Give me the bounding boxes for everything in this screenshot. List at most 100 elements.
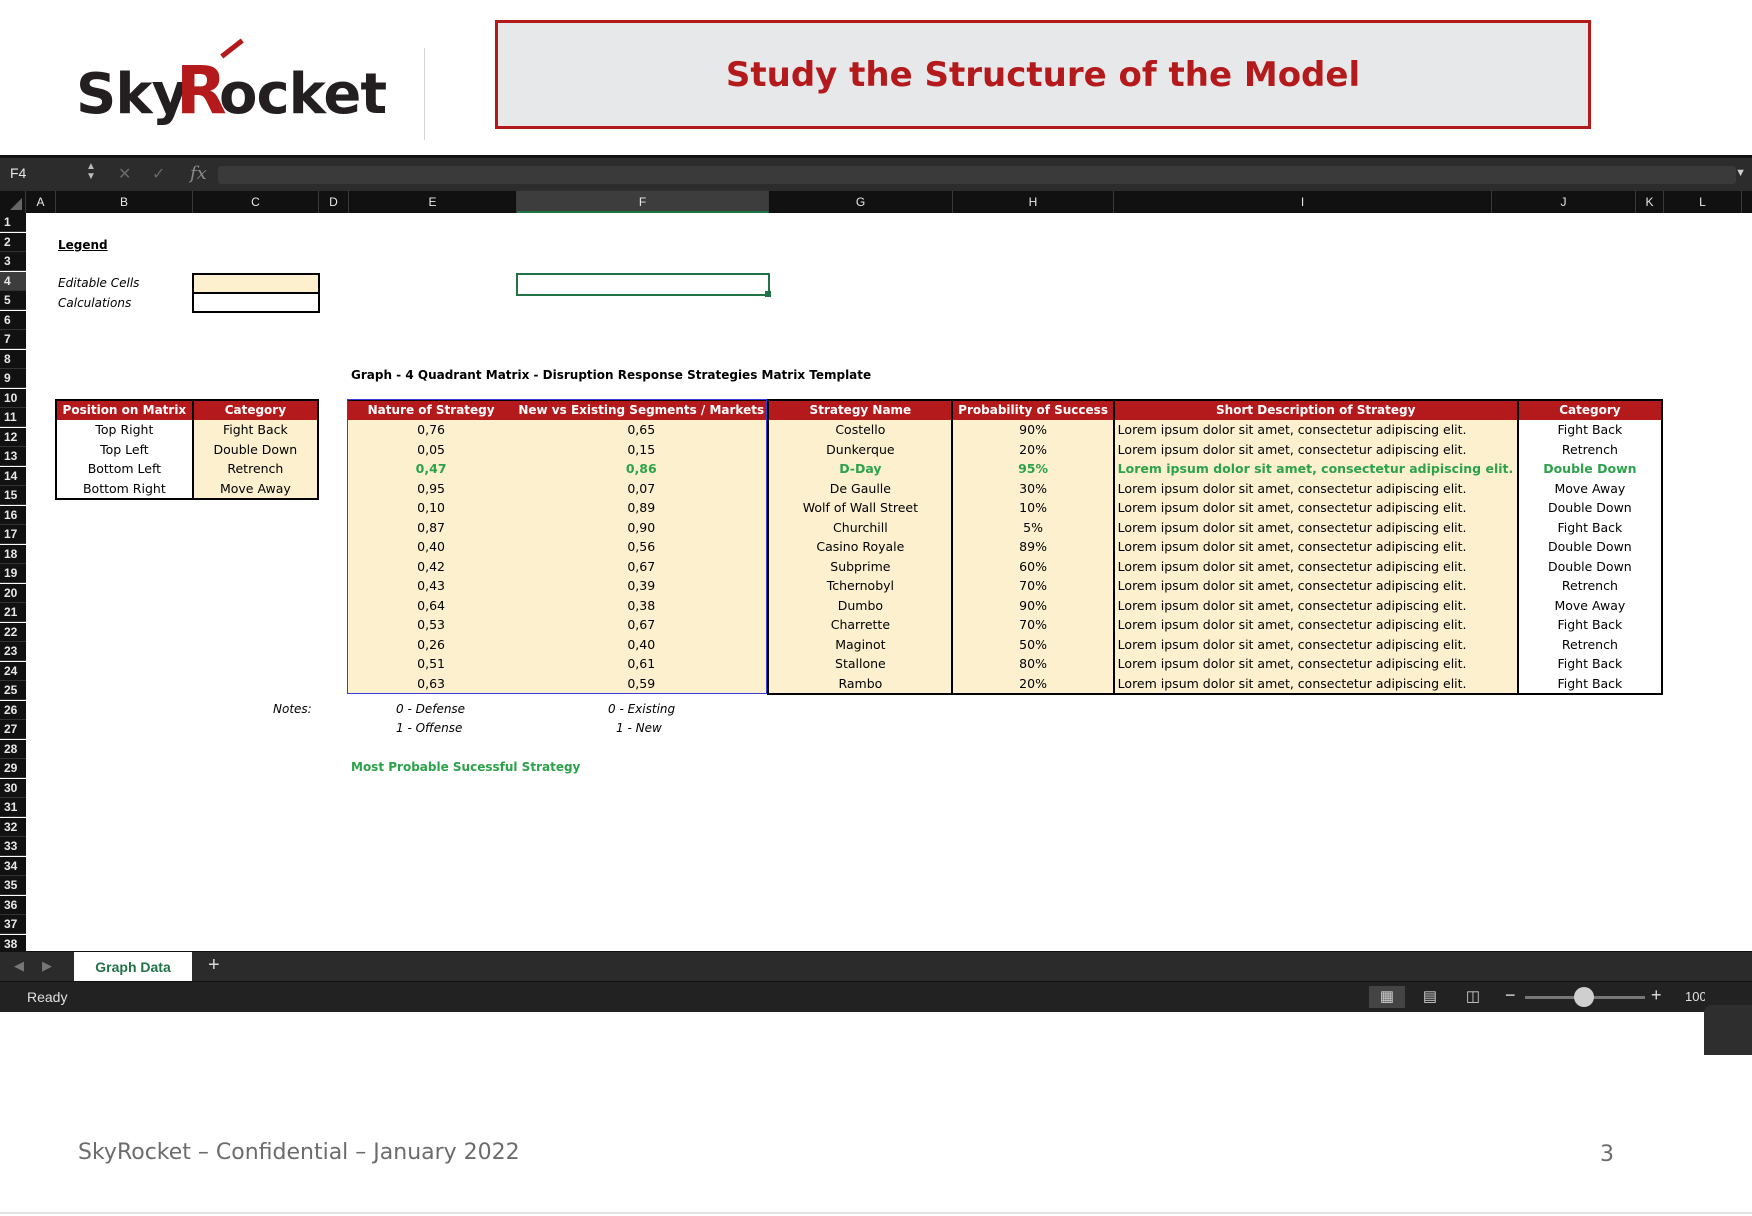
segment-cell[interactable]: 0,59 <box>515 673 769 694</box>
probability-cell[interactable]: 90% <box>951 420 1114 440</box>
row-header-11[interactable]: 11 <box>0 408 26 427</box>
category-cell[interactable]: Double Down <box>1516 459 1664 479</box>
category-cell[interactable]: Fight Back <box>1516 420 1664 440</box>
row-header-28[interactable]: 28 <box>0 739 26 759</box>
side-panel-tab[interactable] <box>1704 1005 1752 1055</box>
row-header-5[interactable]: 5 <box>0 291 26 310</box>
row-header-12[interactable]: 12 <box>0 427 26 447</box>
category-cell[interactable]: Double Down <box>1516 537 1664 557</box>
strategy-name-cell[interactable]: Casino Royale <box>767 537 953 557</box>
segment-cell[interactable]: 0,65 <box>515 420 769 440</box>
column-header-c[interactable]: C <box>193 191 319 213</box>
row-header-21[interactable]: 21 <box>0 603 26 622</box>
row-header-13[interactable]: 13 <box>0 447 26 466</box>
segment-cell[interactable]: 0,67 <box>515 556 769 576</box>
row-header-32[interactable]: 32 <box>0 817 26 837</box>
probability-cell[interactable]: 30% <box>951 478 1114 498</box>
probability-cell[interactable]: 10% <box>951 498 1114 518</box>
segment-cell[interactable]: 0,86 <box>515 459 769 479</box>
category-cell[interactable]: Move Away <box>1516 595 1664 615</box>
probability-cell[interactable]: 20% <box>951 673 1114 695</box>
strategy-name-cell[interactable]: D-Day <box>767 459 953 479</box>
zoom-slider-thumb[interactable] <box>1574 987 1594 1007</box>
row-header-37[interactable]: 37 <box>0 915 26 934</box>
row-header-8[interactable]: 8 <box>0 349 26 369</box>
category-cell[interactable]: Double Down <box>1516 498 1664 518</box>
column-header-b[interactable]: B <box>56 191 193 213</box>
probability-cell[interactable]: 50% <box>951 634 1114 654</box>
category-cell[interactable]: Move Away <box>1516 478 1664 498</box>
strategy-name-cell[interactable]: De Gaulle <box>767 478 953 498</box>
nature-cell[interactable]: 0,42 <box>347 556 516 576</box>
column-header-f[interactable]: F <box>517 191 769 213</box>
strategy-name-cell[interactable]: Costello <box>767 420 953 440</box>
column-header-g[interactable]: G <box>769 191 953 213</box>
zoom-in-icon[interactable]: + <box>1651 985 1662 1006</box>
row-header-25[interactable]: 25 <box>0 681 26 700</box>
segment-cell[interactable]: 0,07 <box>515 478 769 498</box>
segment-cell[interactable]: 0,15 <box>515 439 769 459</box>
category-cell[interactable]: Fight Back <box>1516 673 1664 695</box>
fill-handle[interactable] <box>765 291 771 297</box>
position-category-cell[interactable]: Double Down <box>191 439 320 459</box>
row-header-31[interactable]: 31 <box>0 798 26 817</box>
row-header-9[interactable]: 9 <box>0 369 26 388</box>
row-header-34[interactable]: 34 <box>0 856 26 876</box>
nature-cell[interactable]: 0,87 <box>347 517 516 537</box>
nature-cell[interactable]: 0,26 <box>347 634 516 654</box>
selected-cell-f4[interactable] <box>516 273 770 296</box>
row-header-16[interactable]: 16 <box>0 505 26 525</box>
row-header-27[interactable]: 27 <box>0 720 26 739</box>
category-cell[interactable]: Double Down <box>1516 556 1664 576</box>
description-cell[interactable]: Lorem ipsum dolor sit amet, consectetur … <box>1112 537 1518 557</box>
description-cell[interactable]: Lorem ipsum dolor sit amet, consectetur … <box>1112 556 1518 576</box>
description-cell[interactable]: Lorem ipsum dolor sit amet, consectetur … <box>1112 498 1518 518</box>
strategy-name-cell[interactable]: Rambo <box>767 673 953 695</box>
row-header-4[interactable]: 4 <box>0 271 26 291</box>
strategy-name-cell[interactable]: Dunkerque <box>767 439 953 459</box>
check-icon[interactable]: ✓ <box>152 164 165 184</box>
chevron-down-icon[interactable]: ▼ <box>1735 167 1746 179</box>
nature-cell[interactable]: 0,47 <box>347 459 516 479</box>
sheet-tab-graph-data[interactable]: Graph Data <box>74 952 192 982</box>
probability-cell[interactable]: 89% <box>951 537 1114 557</box>
description-cell[interactable]: Lorem ipsum dolor sit amet, consectetur … <box>1112 517 1518 537</box>
probability-cell[interactable]: 95% <box>951 459 1114 479</box>
row-header-1[interactable]: 1 <box>0 213 26 232</box>
row-header-22[interactable]: 22 <box>0 622 26 642</box>
chevron-right-icon[interactable]: ▶ <box>42 958 52 974</box>
row-header-35[interactable]: 35 <box>0 876 26 895</box>
close-icon[interactable]: ✕ <box>118 164 131 184</box>
segment-cell[interactable]: 0,67 <box>515 615 769 635</box>
description-cell[interactable]: Lorem ipsum dolor sit amet, consectetur … <box>1112 420 1518 440</box>
row-header-36[interactable]: 36 <box>0 895 26 915</box>
page-break-view-icon[interactable]: ◫ <box>1455 986 1491 1008</box>
probability-cell[interactable]: 80% <box>951 654 1114 674</box>
row-header-15[interactable]: 15 <box>0 486 26 505</box>
name-box[interactable]: F4 <box>10 165 26 181</box>
segment-cell[interactable]: 0,89 <box>515 498 769 518</box>
segment-cell[interactable]: 0,39 <box>515 576 769 596</box>
row-header-30[interactable]: 30 <box>0 778 26 798</box>
page-layout-view-icon[interactable]: ▤ <box>1412 986 1448 1008</box>
description-cell[interactable]: Lorem ipsum dolor sit amet, consectetur … <box>1112 439 1518 459</box>
row-header-2[interactable]: 2 <box>0 232 26 252</box>
nature-cell[interactable]: 0,43 <box>347 576 516 596</box>
strategy-name-cell[interactable]: Maginot <box>767 634 953 654</box>
strategy-name-cell[interactable]: Stallone <box>767 654 953 674</box>
category-cell[interactable]: Retrench <box>1516 634 1664 654</box>
legend-editable-swatch[interactable] <box>192 273 320 294</box>
description-cell[interactable]: Lorem ipsum dolor sit amet, consectetur … <box>1112 595 1518 615</box>
column-header-i[interactable]: I <box>1114 191 1492 213</box>
category-cell[interactable]: Retrench <box>1516 576 1664 596</box>
row-header-33[interactable]: 33 <box>0 837 26 856</box>
chevron-left-icon[interactable]: ◀ <box>14 958 24 974</box>
position-cell[interactable]: Top Right <box>55 420 193 440</box>
row-header-24[interactable]: 24 <box>0 661 26 681</box>
row-header-29[interactable]: 29 <box>0 759 26 778</box>
nature-cell[interactable]: 0,64 <box>347 595 516 615</box>
description-cell[interactable]: Lorem ipsum dolor sit amet, consectetur … <box>1112 615 1518 635</box>
column-header-a[interactable]: A <box>26 191 56 213</box>
position-cell[interactable]: Bottom Left <box>55 459 193 479</box>
strategy-name-cell[interactable]: Wolf of Wall Street <box>767 498 953 518</box>
